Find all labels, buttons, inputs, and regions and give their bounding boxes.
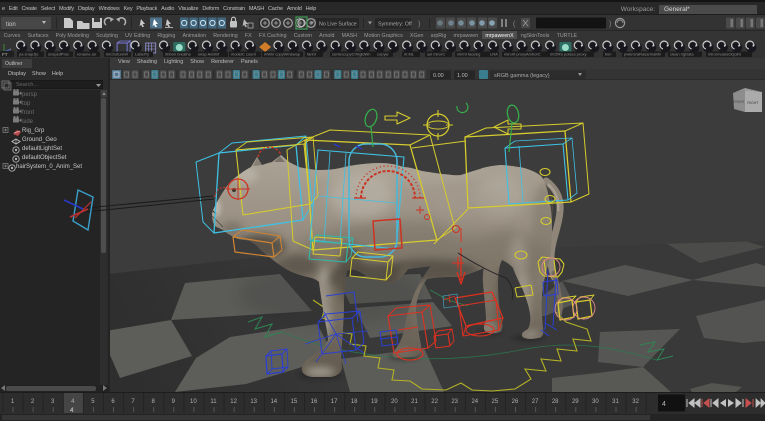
svg-text:LabelTy: LabelTy [135,52,149,57]
svg-text:10: 10 [190,399,197,405]
svg-text:): ) [609,21,611,28]
svg-text:17: 17 [331,399,338,405]
svg-text:clean rigData: clean rigData [670,52,694,57]
svg-text:ribbon breathe: ribbon breathe [165,52,192,57]
svg-text:30: 30 [592,399,599,405]
svg-text:1: 1 [11,399,15,405]
svg-text:(: ( [513,21,516,28]
svg-text:22: 22 [431,399,438,405]
svg-text:tion: tion [6,22,16,28]
svg-text:snapsdProc: snapsdProc [48,52,69,57]
svg-text:RIGHT: RIGHT [747,101,759,105]
svg-text:mCtRS poises proxy: mCtRS poises proxy [550,52,586,57]
svg-text:27: 27 [532,399,539,405]
svg-text:mWin copyWinswap: mWin copyWinswap [264,52,301,57]
svg-text:25: 25 [492,399,499,405]
svg-text:20: 20 [391,399,398,405]
svg-text:3: 3 [51,399,55,405]
svg-text:7: 7 [131,399,135,405]
svg-text:14: 14 [270,399,277,405]
svg-text:6: 6 [111,399,115,405]
svg-text:tion: tion [605,52,611,57]
svg-text:28: 28 [552,399,559,405]
svg-text:8: 8 [152,399,156,405]
svg-text:pa snapJjo: pa snapJjo [19,52,39,57]
svg-text:modelC count: modelC count [231,52,257,57]
svg-text:pwteGraRasarmaMir: pwteGraRasarmaMir [624,52,662,57]
svg-text:32: 32 [632,399,639,405]
svg-text:FRONT: FRONT [734,100,745,104]
svg-text:mirornvasisOcjoint: mirornvasisOcjoint [708,52,742,57]
svg-text:15: 15 [291,399,298,405]
svg-text:): ) [418,21,420,28]
svg-text:centercopyCVrigidWn: centercopyCVrigidWn [332,52,371,57]
svg-text:24: 24 [471,399,478,405]
svg-text:LRA: LRA [490,52,498,57]
svg-text:1.00: 1.00 [457,73,468,79]
svg-text:farint: farint [307,52,317,57]
svg-text:26: 26 [512,399,519,405]
svg-text:imChstureW: imChstureW [106,52,128,57]
svg-text:11: 11 [210,399,217,405]
svg-text:12: 12 [230,399,237,405]
svg-text:18: 18 [351,399,358,405]
svg-text:rename an: rename an [77,52,96,57]
svg-text:5: 5 [91,399,95,405]
svg-text:nt ML: nt ML [404,52,415,57]
svg-text:13: 13 [250,399,257,405]
svg-text:2: 2 [31,399,35,405]
svg-text:21: 21 [411,399,418,405]
svg-text:23: 23 [451,399,458,405]
svg-text:snap AddInf: snap AddInf [198,52,220,57]
svg-text:16: 16 [311,399,318,405]
svg-text:copyle: copyle [377,52,389,57]
svg-text:sel mirorC: sel mirorC [427,52,445,57]
svg-text:mirint faceEg: mirint faceEg [457,52,480,57]
svg-text:9: 9 [172,399,176,405]
svg-text:mirorit proxyAmirorC: mirorit proxyAmirorC [504,52,541,57]
svg-text:29: 29 [572,399,579,405]
svg-text:No Live Surface: No Live Surface [319,22,357,28]
svg-text:31: 31 [612,399,619,405]
svg-text:Symmetry: Off: Symmetry: Off [378,22,412,28]
svg-text:FT: FT [2,52,8,57]
svg-text:0.00: 0.00 [433,73,444,79]
svg-text:4: 4 [662,401,666,408]
svg-text:19: 19 [371,399,378,405]
svg-text:sRGB gamma (legacy): sRGB gamma (legacy) [494,73,550,79]
